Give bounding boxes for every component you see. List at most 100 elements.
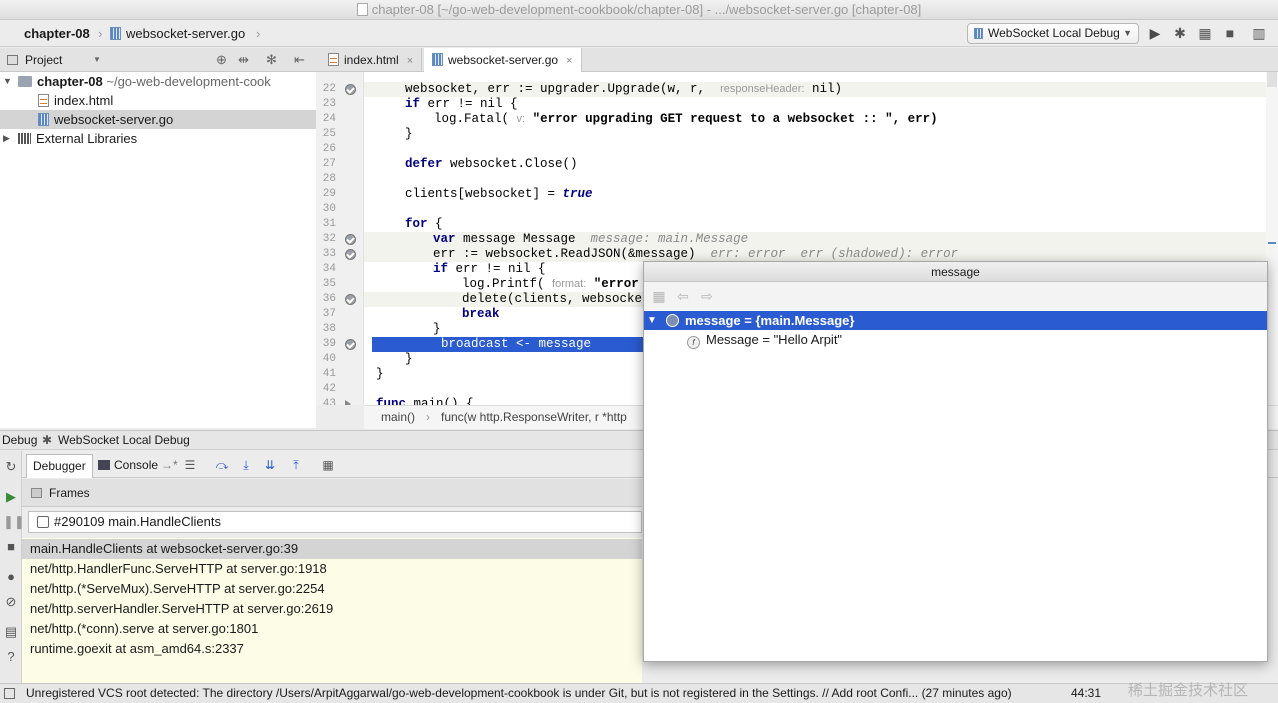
editor-gutter[interactable]: 22 23 24 25 26 27 28 29 30 31 32 33 34 3… bbox=[316, 72, 364, 405]
breakpoint-icon[interactable] bbox=[345, 339, 356, 350]
rerun-icon[interactable]: ↻ bbox=[3, 459, 19, 475]
frame-item[interactable]: net/http.HandlerFunc.ServeHTTP at server… bbox=[22, 559, 642, 579]
force-step-into-icon[interactable]: ⇊ bbox=[262, 457, 278, 473]
chevron-down-icon: ▼ bbox=[1123, 28, 1132, 38]
close-icon[interactable]: × bbox=[407, 55, 413, 67]
breakpoint-icon[interactable] bbox=[345, 84, 356, 95]
tree-item-external-libraries[interactable]: ▶ External Libraries bbox=[0, 129, 316, 148]
run-configuration-select[interactable]: WebSocket Local Debug ▼ bbox=[967, 23, 1139, 44]
run-icon[interactable]: ▶ bbox=[1146, 24, 1164, 42]
debug-bug-icon[interactable]: ✱ bbox=[1171, 24, 1189, 42]
watermark: 稀土掘金技术社区 bbox=[1128, 682, 1249, 699]
pause-icon[interactable]: ❚❚ bbox=[3, 514, 25, 530]
breadcrumb-separator-icon: › bbox=[426, 410, 430, 424]
line-number: 43 bbox=[322, 398, 336, 405]
editor-tab-bar: index.html × websocket-server.go × bbox=[316, 48, 1278, 73]
frame-item[interactable]: net/http.(*conn).serve at server.go:1801 bbox=[22, 619, 642, 639]
status-message[interactable]: Unregistered VCS root detected: The dire… bbox=[26, 684, 1012, 703]
code-line-23: if err != nil { bbox=[364, 97, 1278, 112]
tab-websocket-server-go[interactable]: websocket-server.go × bbox=[424, 48, 582, 73]
cursor-position[interactable]: 44:31 bbox=[1071, 684, 1101, 703]
project-structure-icon[interactable]: ▥ bbox=[1250, 24, 1268, 42]
view-breakpoints-icon[interactable]: ● bbox=[3, 569, 19, 585]
sync-target-icon[interactable]: ⊕ bbox=[216, 48, 227, 72]
hide-panel-icon[interactable]: ⇤ bbox=[294, 48, 305, 72]
tree-item-index-html[interactable]: index.html bbox=[0, 91, 316, 110]
step-over-icon[interactable]: ⤼ bbox=[214, 457, 230, 473]
step-out-icon[interactable]: ⤒ bbox=[288, 457, 304, 473]
parameter-hint: format: bbox=[552, 278, 587, 290]
variable-inspector-popup[interactable]: message ▦ ⇦ ⇨ ▼ message = {main.Message}… bbox=[643, 261, 1268, 662]
navigate-icon[interactable]: ▦ bbox=[650, 287, 668, 305]
back-arrow-icon[interactable]: ⇦ bbox=[674, 287, 692, 305]
go-file-icon bbox=[38, 113, 49, 126]
code-text: websocket.Close() bbox=[442, 157, 578, 171]
scroll-marker bbox=[1267, 72, 1277, 87]
variable-row-message[interactable]: ▼ message = {main.Message} bbox=[644, 311, 1267, 330]
mute-breakpoints-icon[interactable]: ⊘ bbox=[3, 594, 19, 610]
tool-windows-icon[interactable] bbox=[4, 688, 15, 699]
code-text: err := websocket.ReadJSON(&message) bbox=[433, 247, 711, 261]
code-line-27: defer websocket.Close() bbox=[364, 157, 1278, 172]
thread-selector[interactable]: #290109 main.HandleClients bbox=[28, 511, 642, 533]
breadcrumb-separator-icon: › bbox=[256, 26, 261, 41]
folder-icon bbox=[18, 76, 32, 87]
resume-icon[interactable]: ▶ bbox=[3, 489, 19, 505]
keyword: defer bbox=[405, 157, 443, 171]
forward-arrow-icon[interactable]: ⇨ bbox=[698, 287, 716, 305]
stop-icon[interactable]: ■ bbox=[3, 539, 19, 555]
frame-item[interactable]: main.HandleClients at websocket-server.g… bbox=[22, 539, 642, 559]
coverage-icon[interactable]: ▦ bbox=[1196, 24, 1214, 42]
chevron-down-icon[interactable]: ▼ bbox=[93, 48, 101, 72]
settings-icon[interactable]: ? bbox=[3, 649, 19, 665]
tab-console[interactable]: Console →* bbox=[92, 454, 184, 478]
debug-config-icon: ✱ bbox=[42, 433, 53, 447]
keyword: break bbox=[462, 307, 500, 321]
code-text: log.Printf( bbox=[462, 277, 553, 291]
stop-icon[interactable]: ■ bbox=[1221, 24, 1239, 42]
frames-icon bbox=[31, 488, 42, 498]
frame-item[interactable]: runtime.goexit at asm_amd64.s:2337 bbox=[22, 639, 642, 659]
arrow-icon: →* bbox=[161, 458, 178, 472]
expand-arrow-icon[interactable]: ▼ bbox=[3, 72, 12, 91]
tab-index-html[interactable]: index.html × bbox=[320, 48, 423, 72]
breadcrumb-func[interactable]: func(w http.ResponseWriter, r *http bbox=[441, 406, 627, 428]
collapse-all-icon[interactable]: ⇹ bbox=[238, 48, 249, 72]
breadcrumb-project[interactable]: chapter-08 bbox=[24, 20, 90, 47]
evaluate-expression-icon[interactable]: ▦ bbox=[320, 457, 336, 473]
tab-label: Console bbox=[114, 458, 159, 472]
project-view-label[interactable]: Project bbox=[25, 48, 62, 72]
breakpoint-icon[interactable] bbox=[345, 249, 356, 260]
expand-arrow-icon[interactable]: ▶ bbox=[3, 129, 10, 148]
code-line-32: var message Message message: main.Messag… bbox=[364, 232, 1278, 247]
breakpoint-icon[interactable] bbox=[345, 294, 356, 305]
line-number: 23 bbox=[322, 98, 336, 110]
thread-label: #290109 main.HandleClients bbox=[54, 514, 221, 529]
variable-row-field[interactable]: f Message = "Hello Arpit" bbox=[644, 330, 1267, 349]
step-into-icon[interactable]: ⤓ bbox=[238, 457, 254, 473]
gear-icon[interactable]: ✻ bbox=[266, 48, 277, 72]
go-file-icon bbox=[432, 53, 443, 66]
breadcrumb-main[interactable]: main() bbox=[381, 406, 415, 428]
debug-config-label[interactable]: WebSocket Local Debug bbox=[58, 431, 190, 450]
tree-item-path: ~/go-web-development-cook bbox=[106, 74, 271, 89]
fold-arrow-icon[interactable] bbox=[345, 400, 351, 405]
frame-item[interactable]: net/http.serverHandler.ServeHTTP at serv… bbox=[22, 599, 642, 619]
popup-title[interactable]: message bbox=[644, 262, 1267, 282]
code-text: clients[websocket] = bbox=[405, 187, 563, 201]
tree-item-websocket-server-go[interactable]: websocket-server.go bbox=[0, 110, 316, 129]
breadcrumb-file[interactable]: websocket-server.go bbox=[110, 20, 245, 47]
tree-item-label: index.html bbox=[54, 93, 114, 108]
collapse-arrow-icon[interactable]: ▼ bbox=[647, 311, 657, 330]
tab-debugger[interactable]: Debugger bbox=[26, 454, 93, 478]
breakpoint-icon[interactable] bbox=[345, 234, 356, 245]
tree-item-chapter-08[interactable]: ▼ chapter-08 ~/go-web-development-cook bbox=[0, 72, 316, 91]
console-icon bbox=[98, 460, 110, 470]
variable-value: message = {main.Message} bbox=[685, 313, 855, 328]
code-text: websocket, err := upgrader.Upgrade(w, r, bbox=[405, 82, 721, 96]
frame-item[interactable]: net/http.(*ServeMux).ServeHTTP at server… bbox=[22, 579, 642, 599]
tree-item-label: websocket-server.go bbox=[54, 112, 174, 127]
show-execution-point-icon[interactable]: ☰ bbox=[182, 457, 198, 473]
restore-layout-icon[interactable]: ▤ bbox=[3, 624, 19, 640]
close-icon[interactable]: × bbox=[566, 55, 572, 67]
